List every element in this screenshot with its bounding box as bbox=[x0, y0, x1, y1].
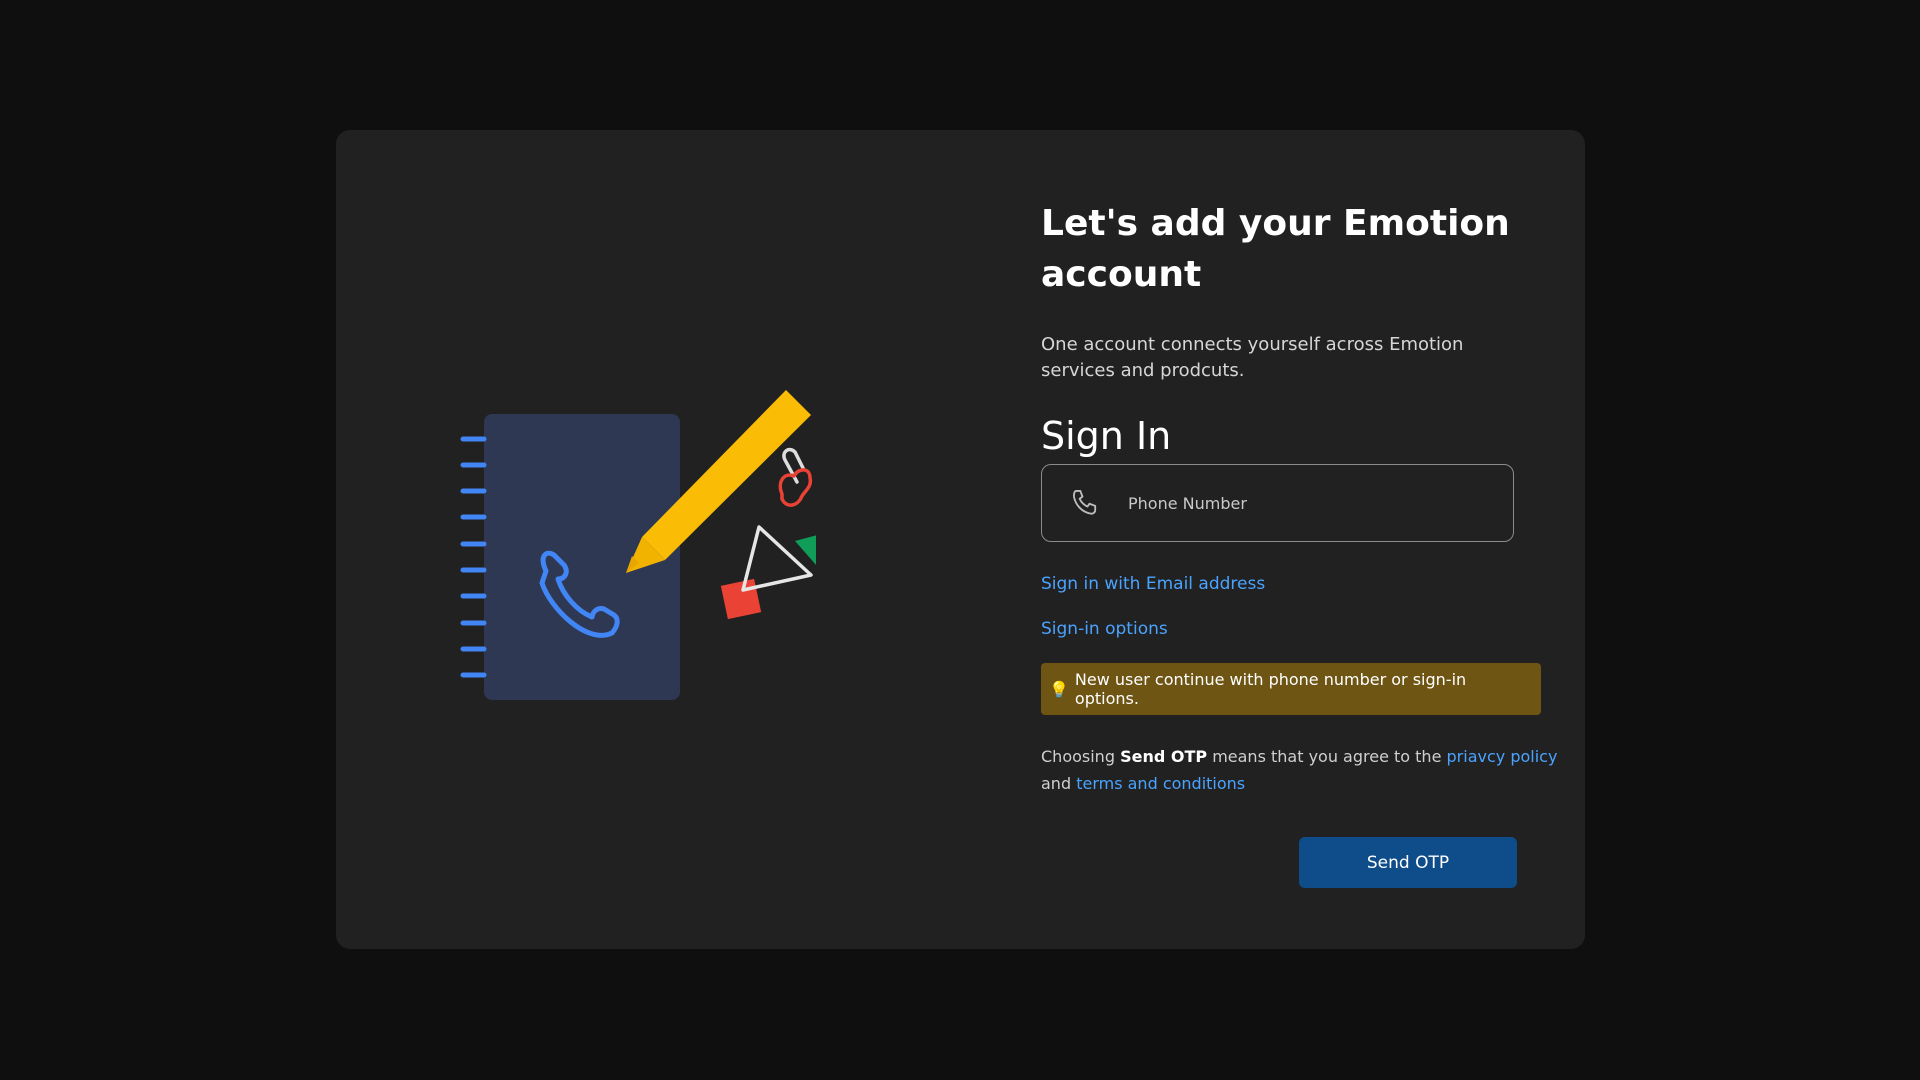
paperclip-icon bbox=[778, 447, 813, 507]
new-user-notice: 💡 New user continue with phone number or… bbox=[1041, 663, 1541, 715]
terms-and: and bbox=[1041, 774, 1072, 793]
notice-text: New user continue with phone number or s… bbox=[1074, 670, 1467, 708]
send-otp-button[interactable]: Send OTP bbox=[1299, 837, 1517, 888]
square-icon bbox=[720, 578, 762, 620]
sign-in-options-link[interactable]: Sign-in options bbox=[1041, 619, 1541, 639]
sign-in-illustration bbox=[446, 360, 821, 730]
terms-notice: Choosing Send OTP means that you agree t… bbox=[1041, 743, 1561, 797]
sign-in-panel: Let's add your Emotion account One accou… bbox=[1041, 198, 1557, 797]
terms-and-conditions-link[interactable]: terms and conditions bbox=[1076, 774, 1245, 793]
terms-middle: means that you agree to the bbox=[1212, 747, 1442, 766]
sign-in-heading: Sign In bbox=[1041, 414, 1172, 458]
privacy-policy-link[interactable]: priavcy policy bbox=[1447, 747, 1558, 766]
lightbulb-icon: 💡 bbox=[1049, 679, 1069, 699]
phone-number-input[interactable] bbox=[1126, 482, 1513, 524]
sign-in-with-email-link[interactable]: Sign in with Email address bbox=[1041, 574, 1541, 594]
phone-icon bbox=[1066, 483, 1106, 523]
page-title: Let's add your Emotion account bbox=[1041, 203, 1510, 295]
sign-in-card: Let's add your Emotion account One accou… bbox=[336, 130, 1585, 949]
terms-bold-send-otp: Send OTP bbox=[1120, 747, 1208, 766]
terms-prefix: Choosing bbox=[1041, 747, 1115, 766]
phone-number-field[interactable] bbox=[1041, 464, 1514, 542]
page-subtitle: One account connects yourself across Emo… bbox=[1041, 334, 1464, 381]
